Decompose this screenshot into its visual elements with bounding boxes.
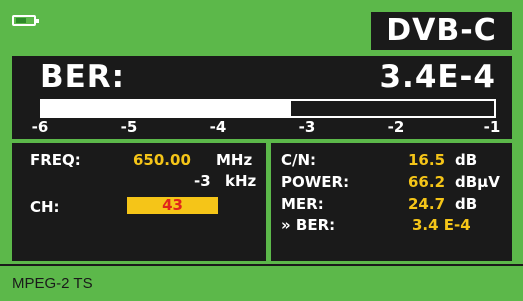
analyzer-screen: DVB-C BER: 3.4E-4 -6 -5 -4 -3 -2 -1 FREQ… xyxy=(0,0,523,301)
mer-label: MER: xyxy=(281,195,324,213)
channel-value: 43 xyxy=(162,196,183,214)
mer-unit: dB xyxy=(455,195,478,213)
ber-bar-fill xyxy=(42,101,291,116)
ber-bar-track xyxy=(40,99,496,118)
offset-value: -3 xyxy=(194,172,211,190)
cn-value: 16.5 xyxy=(408,151,446,169)
ber-title: BER: xyxy=(40,59,126,95)
stream-type: MPEG-2 TS xyxy=(12,275,93,292)
ber-meter-panel: BER: 3.4E-4 -6 -5 -4 -3 -2 -1 xyxy=(12,56,512,139)
offset-unit: kHz xyxy=(225,172,257,190)
mode-indicator[interactable]: DVB-C xyxy=(371,12,512,50)
freq-label: FREQ: xyxy=(30,151,81,169)
scale-label: -2 xyxy=(387,118,405,136)
scale-label: -3 xyxy=(298,118,316,136)
power-unit: dBµV xyxy=(455,173,500,191)
channel-field[interactable]: 43 xyxy=(127,197,218,214)
ber-selected-value: 3.4 E-4 xyxy=(412,216,471,234)
ber-selected-label[interactable]: » BER: xyxy=(281,216,335,234)
measurements-panel: C/N: 16.5 dB POWER: 66.2 dBµV MER: 24.7 … xyxy=(271,143,512,261)
freq-unit: MHz xyxy=(216,151,253,169)
channel-label: CH: xyxy=(30,198,60,216)
scale-label: -4 xyxy=(209,118,227,136)
battery-level xyxy=(16,18,26,23)
power-label: POWER: xyxy=(281,173,350,191)
scale-label: -6 xyxy=(31,118,49,136)
battery-cap xyxy=(36,19,39,23)
tuning-panel: FREQ: 650.00 MHz -3 kHz CH: 43 xyxy=(12,143,266,261)
scale-label: -5 xyxy=(120,118,138,136)
cn-unit: dB xyxy=(455,151,478,169)
status-footer: MPEG-2 TS xyxy=(0,264,523,301)
mer-value: 24.7 xyxy=(408,195,446,213)
top-bar: DVB-C xyxy=(0,0,523,52)
scale-label: -1 xyxy=(483,118,501,136)
battery-icon xyxy=(12,15,39,26)
freq-value[interactable]: 650.00 xyxy=(133,151,191,169)
power-value: 66.2 xyxy=(408,173,446,191)
cn-label: C/N: xyxy=(281,151,317,169)
ber-reading: 3.4E-4 xyxy=(379,59,496,95)
